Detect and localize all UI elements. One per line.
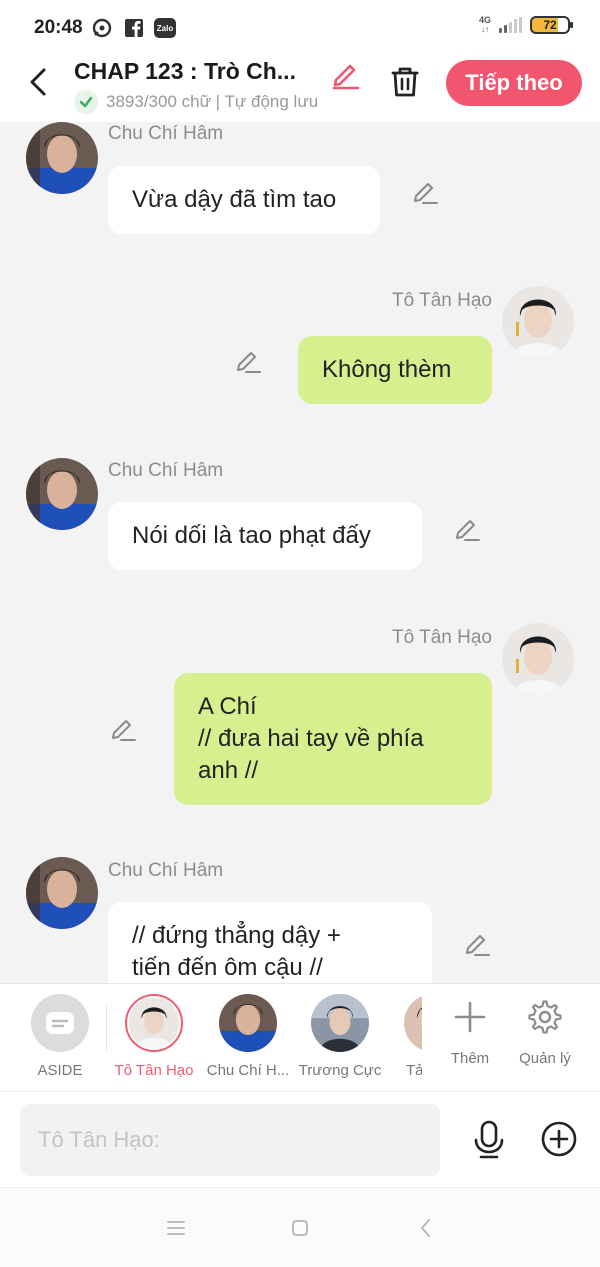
cast-item-chu-chi-ham[interactable]: Chu Chí H... [202,994,294,1079]
add-label: Thêm [450,1050,490,1067]
cast-item-aside[interactable]: ASIDE [14,994,106,1079]
edit-message-pencil-icon[interactable] [234,346,262,374]
message-bubble[interactable]: Nói dối là tao phạt đấy [108,502,422,570]
avatar-chu-chi-ham[interactable] [26,458,98,530]
message-sender: Tô Tân Hạo [392,627,492,648]
messenger-icon [92,18,112,38]
edit-message-pencil-icon[interactable] [411,177,439,205]
status-time: 20:48 [34,17,83,38]
message-bubble[interactable]: // đứng thẳng dậy + tiến đến ôm cậu // [108,902,432,983]
cast-item-truong-cuc[interactable]: Trương Cực [294,994,386,1079]
message-input[interactable] [20,1104,440,1176]
cast-name: Tô Tân Hạo [114,1062,194,1079]
home-icon[interactable] [288,1216,312,1240]
cast-name: ASIDE [37,1062,83,1079]
status-right: 4G ↓↑ 72 [478,15,573,35]
avatar-to-tan-hao[interactable] [502,286,574,358]
message-sender: Tô Tân Hạo [392,290,492,311]
avatar-chu-chi-ham[interactable] [26,857,98,929]
avatar-chu-chi-ham [219,994,277,1052]
message-bubble[interactable]: Không thèm [298,336,492,404]
word-count-text: 3893/300 chữ | Tự động lưu [106,92,319,111]
battery-icon: 72 [530,16,573,34]
avatar-to-tan-hao [125,994,183,1052]
message-sender: Chu Chí Hâm [108,860,224,881]
trash-icon[interactable] [388,64,422,100]
next-button[interactable]: Tiếp theo [446,60,582,106]
edit-message-pencil-icon[interactable] [453,514,481,542]
avatar-truong-cuc [311,994,369,1052]
cast-name: Trương Cực [298,1062,382,1079]
edit-title-pencil-icon[interactable] [330,58,362,90]
status-bar: 20:48 Zalo 4G ↓↑ 72 [0,0,600,56]
manage-label: Quản lý [519,1050,571,1067]
word-count-line: 3893/300 chữ | Tự động lưu [74,90,318,114]
editor-header: CHAP 123 : Trò Ch... 3893/300 chữ | Tự đ… [0,56,600,122]
facebook-icon [125,19,143,37]
cast-name: Tả [406,1062,422,1079]
chat-area[interactable]: Chu Chí Hâm Vừa dậy đã tìm tao Tô Tân Hạ… [0,122,600,983]
system-nav-bar [0,1187,600,1267]
character-bar: ASIDE Tô Tân Hạo Chu Chí H... Trương Cực… [0,983,600,1091]
cast-item-partial[interactable]: Tả [386,994,422,1079]
compose-bar [0,1091,600,1187]
message-bubble[interactable]: Vừa dậy đã tìm tao [108,166,380,234]
aside-icon [31,994,89,1052]
edit-message-pencil-icon[interactable] [463,929,491,957]
network-indicator: 4G ↓↑ [478,15,491,35]
microphone-icon[interactable] [472,1120,506,1160]
cast-name: Chu Chí H... [206,1062,290,1079]
avatar-chu-chi-ham[interactable] [26,122,98,194]
back-nav-icon[interactable] [414,1216,438,1240]
battery-level: 72 [543,18,557,32]
add-circle-icon[interactable] [540,1120,578,1158]
avatar-to-tan-hao[interactable] [502,623,574,695]
message-bubble[interactable]: A Chí // đưa hai tay về phía anh // [174,673,492,805]
chapter-title[interactable]: CHAP 123 : Trò Ch... [74,58,296,85]
zalo-icon: Zalo [154,18,176,38]
message-sender: Chu Chí Hâm [108,460,224,481]
plus-icon [430,994,510,1040]
chat-story-editor: 20:48 Zalo 4G ↓↑ 72 CHAP 123: Trò Ch...… [0,0,600,1267]
message-sender: Chu Chí Hâm [108,123,224,144]
signal-icon [499,17,522,33]
saved-check-icon [74,90,98,114]
gear-icon [505,994,585,1040]
manage-characters-button[interactable]: Quản lý [505,994,585,1067]
menu-icon[interactable] [164,1216,188,1240]
cast-divider [106,1006,107,1050]
edit-message-pencil-icon[interactable] [109,714,137,742]
avatar-partial [404,994,422,1052]
add-character-button[interactable]: Thêm [430,994,510,1067]
cast-item-to-tan-hao[interactable]: Tô Tân Hạo [108,994,200,1079]
back-icon[interactable] [22,64,54,100]
